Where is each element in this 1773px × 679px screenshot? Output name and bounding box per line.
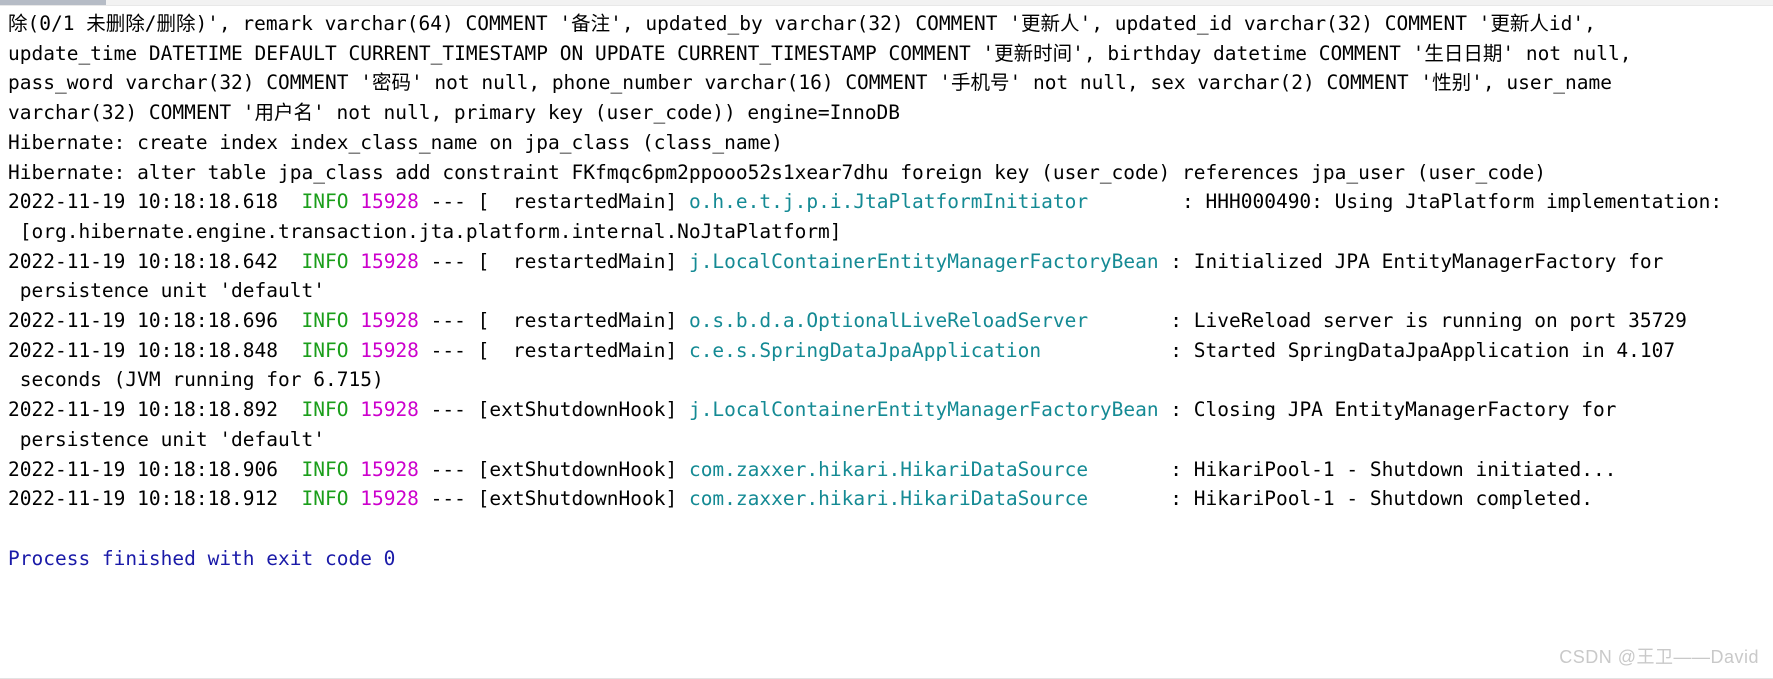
log-level: INFO [290, 339, 349, 362]
console-line: persistence unit 'default' [8, 276, 1773, 306]
log-text: : Started SpringDataJpaApplication in 4.… [1159, 339, 1676, 362]
console-line: persistence unit 'default' [8, 425, 1773, 455]
console-line: varchar(32) COMMENT '用户名' not null, prim… [8, 98, 1773, 128]
log-text: : HikariPool-1 - Shutdown completed. [1159, 487, 1593, 510]
process-id: 15928 [360, 309, 419, 332]
csdn-watermark: CSDN @王卫——David [1559, 643, 1759, 669]
log-text: varchar(32) COMMENT '用户名' not null, prim… [8, 101, 900, 124]
logger-name: com.zaxxer.hikari.HikariDataSource [689, 487, 1159, 510]
log-text: 2022-11-19 10:18:18.912 [8, 487, 290, 510]
log-level: INFO [290, 398, 349, 421]
log-text: seconds (JVM running for 6.715) [8, 368, 384, 391]
log-level: INFO [290, 458, 349, 481]
console-line: 2022-11-19 10:18:18.912 INFO 15928 --- [… [8, 484, 1773, 514]
log-text: --- [ restartedMain] [419, 190, 689, 213]
log-level: INFO [290, 309, 349, 332]
log-text [348, 339, 360, 362]
console-line: 2022-11-19 10:18:18.892 INFO 15928 --- [… [8, 395, 1773, 425]
logger-name: o.s.b.d.a.OptionalLiveReloadServer [689, 309, 1159, 332]
log-text: 2022-11-19 10:18:18.618 [8, 190, 290, 213]
console-line: 2022-11-19 10:18:18.848 INFO 15928 --- [… [8, 336, 1773, 366]
console-line [8, 514, 1773, 544]
logger-name: com.zaxxer.hikari.HikariDataSource [689, 458, 1159, 481]
log-text: persistence unit 'default' [8, 279, 325, 302]
log-text: 2022-11-19 10:18:18.848 [8, 339, 290, 362]
log-text: 2022-11-19 10:18:18.696 [8, 309, 290, 332]
log-level: INFO [290, 190, 349, 213]
log-text [348, 398, 360, 421]
console-line: [org.hibernate.engine.transaction.jta.pl… [8, 217, 1773, 247]
logger-name: j.LocalContainerEntityManagerFactoryBean [689, 398, 1159, 421]
console-line: Hibernate: alter table jpa_class add con… [8, 158, 1773, 188]
process-id: 15928 [360, 339, 419, 362]
log-text: 2022-11-19 10:18:18.906 [8, 458, 290, 481]
logger-name: o.h.e.t.j.p.i.JtaPlatformInitiator [689, 190, 1170, 213]
log-text [348, 458, 360, 481]
run-console-panel[interactable]: 除(0/1 未删除/删除)', remark varchar(64) COMME… [0, 0, 1773, 679]
exit-code-text: Process finished with exit code 0 [8, 547, 395, 570]
log-text: --- [extShutdownHook] [419, 487, 689, 510]
console-line: Process finished with exit code 0 [8, 544, 1773, 574]
console-line: 2022-11-19 10:18:18.696 INFO 15928 --- [… [8, 306, 1773, 336]
log-text [8, 517, 20, 540]
log-text [348, 190, 360, 213]
console-line: 2022-11-19 10:18:18.642 INFO 15928 --- [… [8, 247, 1773, 277]
process-id: 15928 [360, 190, 419, 213]
log-text: --- [extShutdownHook] [419, 398, 689, 421]
log-text: persistence unit 'default' [8, 428, 325, 451]
console-line: 2022-11-19 10:18:18.618 INFO 15928 --- [… [8, 187, 1773, 217]
log-text: --- [extShutdownHook] [419, 458, 689, 481]
log-text: Hibernate: alter table jpa_class add con… [8, 161, 1546, 184]
log-text: --- [ restartedMain] [419, 309, 689, 332]
log-text: : LiveReload server is running on port 3… [1159, 309, 1687, 332]
process-id: 15928 [360, 458, 419, 481]
log-text [348, 487, 360, 510]
log-text: : Closing JPA EntityManagerFactory for [1159, 398, 1617, 421]
log-text: pass_word varchar(32) COMMENT '密码' not n… [8, 71, 1612, 94]
log-text: 2022-11-19 10:18:18.642 [8, 250, 290, 273]
console-line: pass_word varchar(32) COMMENT '密码' not n… [8, 68, 1773, 98]
log-level: INFO [290, 250, 349, 273]
log-text: --- [ restartedMain] [419, 250, 689, 273]
log-text: : HikariPool-1 - Shutdown initiated... [1159, 458, 1617, 481]
log-text: 除(0/1 未删除/删除)', remark varchar(64) COMME… [8, 12, 1596, 35]
console-line: 除(0/1 未删除/删除)', remark varchar(64) COMME… [8, 9, 1773, 39]
logger-name: j.LocalContainerEntityManagerFactoryBean [689, 250, 1159, 273]
log-text: Hibernate: create index index_class_name… [8, 131, 783, 154]
log-text: : HHH000490: Using JtaPlatform implement… [1170, 190, 1722, 213]
log-text: --- [ restartedMain] [419, 339, 689, 362]
logger-name: c.e.s.SpringDataJpaApplication [689, 339, 1159, 362]
console-log-output[interactable]: 除(0/1 未删除/删除)', remark varchar(64) COMME… [0, 5, 1773, 573]
log-text: [org.hibernate.engine.transaction.jta.pl… [8, 220, 842, 243]
console-line: seconds (JVM running for 6.715) [8, 365, 1773, 395]
log-text: : Initialized JPA EntityManagerFactory f… [1159, 250, 1664, 273]
log-text [348, 250, 360, 273]
console-line: Hibernate: create index index_class_name… [8, 128, 1773, 158]
log-text [348, 309, 360, 332]
console-line: 2022-11-19 10:18:18.906 INFO 15928 --- [… [8, 455, 1773, 485]
log-text: 2022-11-19 10:18:18.892 [8, 398, 290, 421]
log-text: update_time DATETIME DEFAULT CURRENT_TIM… [8, 42, 1632, 65]
process-id: 15928 [360, 250, 419, 273]
console-line: update_time DATETIME DEFAULT CURRENT_TIM… [8, 39, 1773, 69]
log-level: INFO [290, 487, 349, 510]
process-id: 15928 [360, 398, 419, 421]
process-id: 15928 [360, 487, 419, 510]
